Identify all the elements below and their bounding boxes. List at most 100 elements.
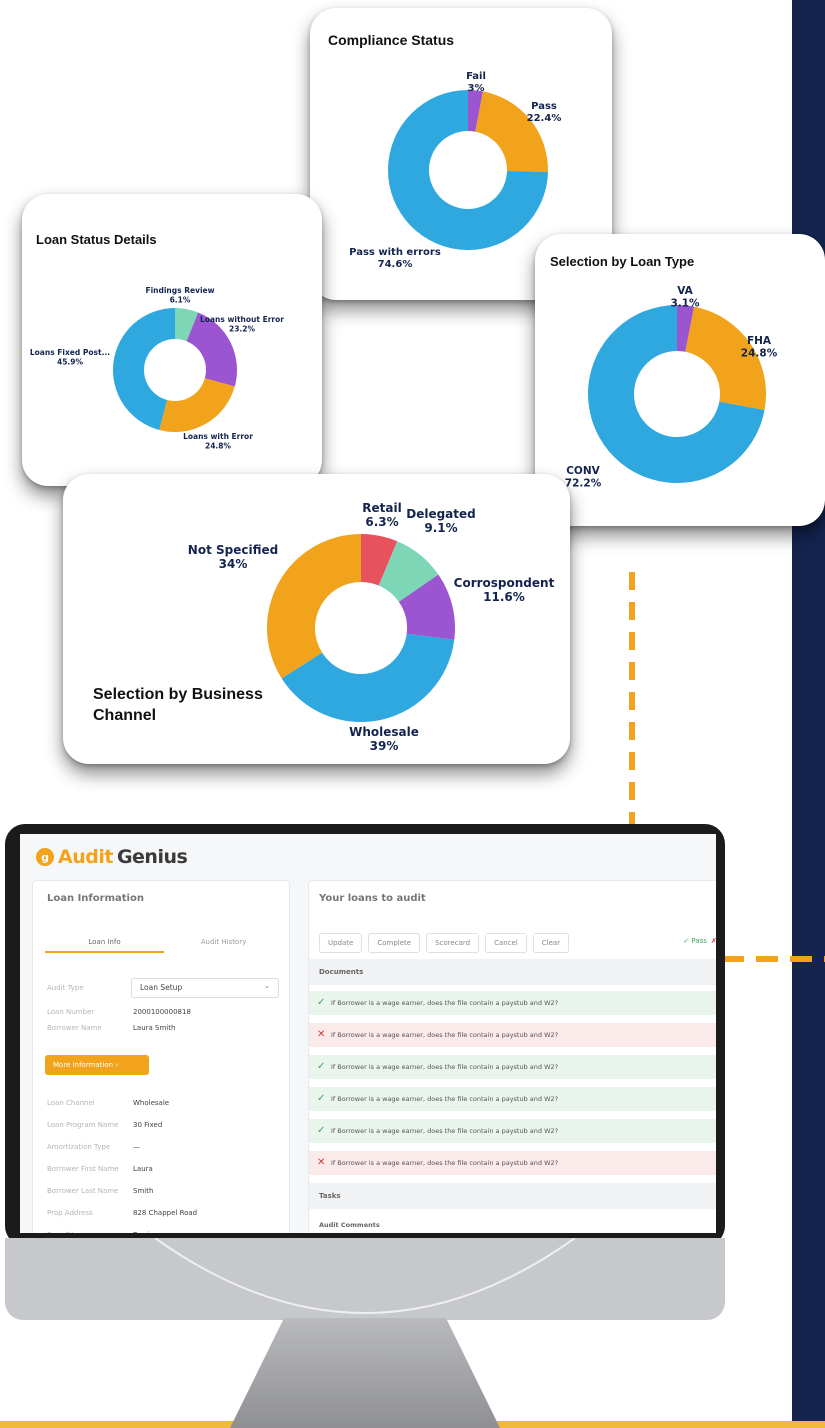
slice-value-label: 22.4% xyxy=(527,113,562,124)
check-text: If Borrower is a wage earner, does the f… xyxy=(331,999,559,1007)
field-value: 2000100000818 xyxy=(133,1008,191,1016)
audit-type-select[interactable]: Loan Setup ⌄ xyxy=(131,978,279,998)
field-row: Loan Channel Wholesale xyxy=(47,1099,169,1107)
slice-label: CONV xyxy=(566,465,600,477)
field-label: Borrower Last Name xyxy=(47,1187,119,1195)
business-channel-card: Selection by Business Channel Retail 6.3%… xyxy=(63,474,570,764)
slice-value-label: 6.3% xyxy=(365,515,398,529)
check-icon: ✓ xyxy=(317,1061,326,1072)
field-value: 30 Fixed xyxy=(133,1121,163,1129)
business-channel-donut-chart: Retail6.3% Delegated9.1% Corrospondent11.6… xyxy=(188,501,555,753)
navy-side-band xyxy=(792,0,825,1428)
pie-slice xyxy=(159,378,235,432)
loan-information-panel: Loan Information Loan Info Audit History… xyxy=(32,880,290,1233)
check-row[interactable]: ✓ If Borrower is a wage earner, does the … xyxy=(309,1119,716,1143)
tab-loan-info[interactable]: Loan Info xyxy=(45,931,164,953)
slice-label: Fail xyxy=(466,71,486,82)
field-row: Prop Address 828 Chappel Road xyxy=(47,1209,197,1217)
field-row: Loan Program Name 30 Fixed xyxy=(47,1121,162,1129)
clear-button[interactable]: Clear xyxy=(532,933,570,953)
field-row: Borrower Name Laura Smith xyxy=(47,1024,175,1032)
audit-toolbar: Update Complete Scorecard Cancel Clear xyxy=(319,933,570,953)
loan-type-card: Selection by Loan Type VA 3.1% FHA 24.8% CON… xyxy=(535,234,825,526)
field-row: Borrower Last Name Smith xyxy=(47,1187,153,1195)
field-row: Prop CityBowie xyxy=(47,1231,154,1233)
cancel-button[interactable]: Cancel xyxy=(485,933,527,953)
field-label: Audit Type xyxy=(47,984,84,992)
select-value: Loan Setup xyxy=(140,983,183,992)
tasks-section-header[interactable]: Tasks + xyxy=(309,1183,716,1209)
slice-label: Findings Review xyxy=(145,286,214,295)
loan-status-details-card: Loan Status Details Findings Review 6.1% L… xyxy=(22,194,322,486)
horizontal-dashed-connector xyxy=(722,956,825,962)
infographic-canvas: Compliance Status Fail 3% Pass 22.4% Pass wi… xyxy=(0,0,825,1428)
slice-value-label: 72.2% xyxy=(565,478,602,490)
documents-section-header[interactable]: Documents + xyxy=(309,959,716,985)
field-label: Prop Address xyxy=(47,1209,93,1217)
loan-type-donut-chart: VA3.1% FHA24.8% CONV72.2% xyxy=(565,285,778,490)
loan-status-donut-chart: Findings Review6.1% Loans without Error23… xyxy=(30,286,284,451)
slice-label: FHA xyxy=(747,335,772,347)
slice-value-label: 23.2% xyxy=(229,325,256,334)
field-row: Loan Number 2000100000818 xyxy=(47,1008,191,1016)
app-screen: g Audit Genius Loan Information Loan Info… xyxy=(20,834,716,1233)
update-button[interactable]: Update xyxy=(319,933,363,953)
check-row[interactable]: ✓ If Borrower is a wage earner, does the … xyxy=(309,1087,716,1111)
slice-label: VA xyxy=(677,285,693,297)
complete-button[interactable]: Complete xyxy=(368,933,421,953)
field-row: Borrower First Name Laura xyxy=(47,1165,153,1173)
field-value: Smith xyxy=(133,1187,154,1195)
slice-label: Pass with errors xyxy=(349,247,441,258)
brand-name-part-2: Genius xyxy=(116,846,188,868)
slice-value-label: 3.1% xyxy=(670,298,700,310)
check-row[interactable]: ✕ If Borrower is a wage earner, does the … xyxy=(309,1151,716,1175)
field-value: Laura xyxy=(133,1165,153,1173)
slice-value-label: 45.9% xyxy=(57,358,84,367)
check-row[interactable]: ✓ If Borrower is a wage earner, does the … xyxy=(309,991,716,1015)
field-label: Loan Number xyxy=(47,1008,95,1016)
check-text: If Borrower is a wage earner, does the f… xyxy=(331,1095,559,1103)
slice-value-label: 11.6% xyxy=(483,590,525,604)
slice-label: Loans with Error xyxy=(183,432,253,441)
legend-pass: ✓ Pass xyxy=(683,937,707,945)
monitor-chin xyxy=(5,1238,725,1320)
audit-panel: Your loans to audit Update Complete Scorec… xyxy=(308,880,716,1233)
app-logo: g Audit Genius xyxy=(36,844,188,870)
vertical-dashed-connector xyxy=(629,572,635,832)
legend-fail: ✗ F xyxy=(710,937,716,945)
logo-icon: g xyxy=(36,848,54,866)
field-row: Amortization Type — xyxy=(47,1143,140,1151)
check-row[interactable]: ✓ If Borrower is a wage earner, does the … xyxy=(309,1055,716,1079)
button-label: Complete xyxy=(377,939,412,947)
slice-value-label: 34% xyxy=(219,557,248,571)
field-value: Laura Smith xyxy=(133,1024,176,1032)
scorecard-button[interactable]: Scorecard xyxy=(426,933,480,953)
check-text: If Borrower is a wage earner, does the f… xyxy=(331,1063,559,1071)
check-icon: ✓ xyxy=(317,1093,326,1104)
button-label: More Information xyxy=(53,1061,114,1069)
check-text: If Borrower is a wage earner, does the f… xyxy=(331,1159,559,1167)
more-information-button[interactable]: More Information › xyxy=(45,1055,149,1075)
slice-label: Retail xyxy=(362,501,401,515)
slice-value-label: 3% xyxy=(468,83,485,94)
tab-audit-history[interactable]: Audit History xyxy=(164,931,283,953)
section-label: Tasks xyxy=(319,1192,341,1200)
slice-label: Corrospondent xyxy=(454,576,555,590)
field-label: Loan Program Name xyxy=(47,1121,119,1129)
cross-icon: ✕ xyxy=(317,1029,326,1040)
slice-value-label: 74.6% xyxy=(378,259,413,270)
check-text: If Borrower is a wage earner, does the f… xyxy=(331,1031,559,1039)
brand-name-part-1: Audit xyxy=(58,846,113,868)
audit-type-row: Audit Type xyxy=(47,984,133,992)
check-row[interactable]: ✕ If Borrower is a wage earner, does the … xyxy=(309,1023,716,1047)
slice-value-label: 9.1% xyxy=(424,521,457,535)
loan-tabs: Loan Info Audit History xyxy=(45,931,283,953)
slice-label: Delegated xyxy=(406,507,476,521)
slice-label: Not Specified xyxy=(188,543,278,557)
slice-value-label: 39% xyxy=(370,739,399,753)
status-legend: ✓ Pass✗ F xyxy=(683,937,716,945)
field-value: Wholesale xyxy=(133,1099,170,1107)
slice-value-label: 24.8% xyxy=(205,442,232,451)
button-label: Clear xyxy=(541,939,561,947)
button-label: Update xyxy=(328,939,354,947)
